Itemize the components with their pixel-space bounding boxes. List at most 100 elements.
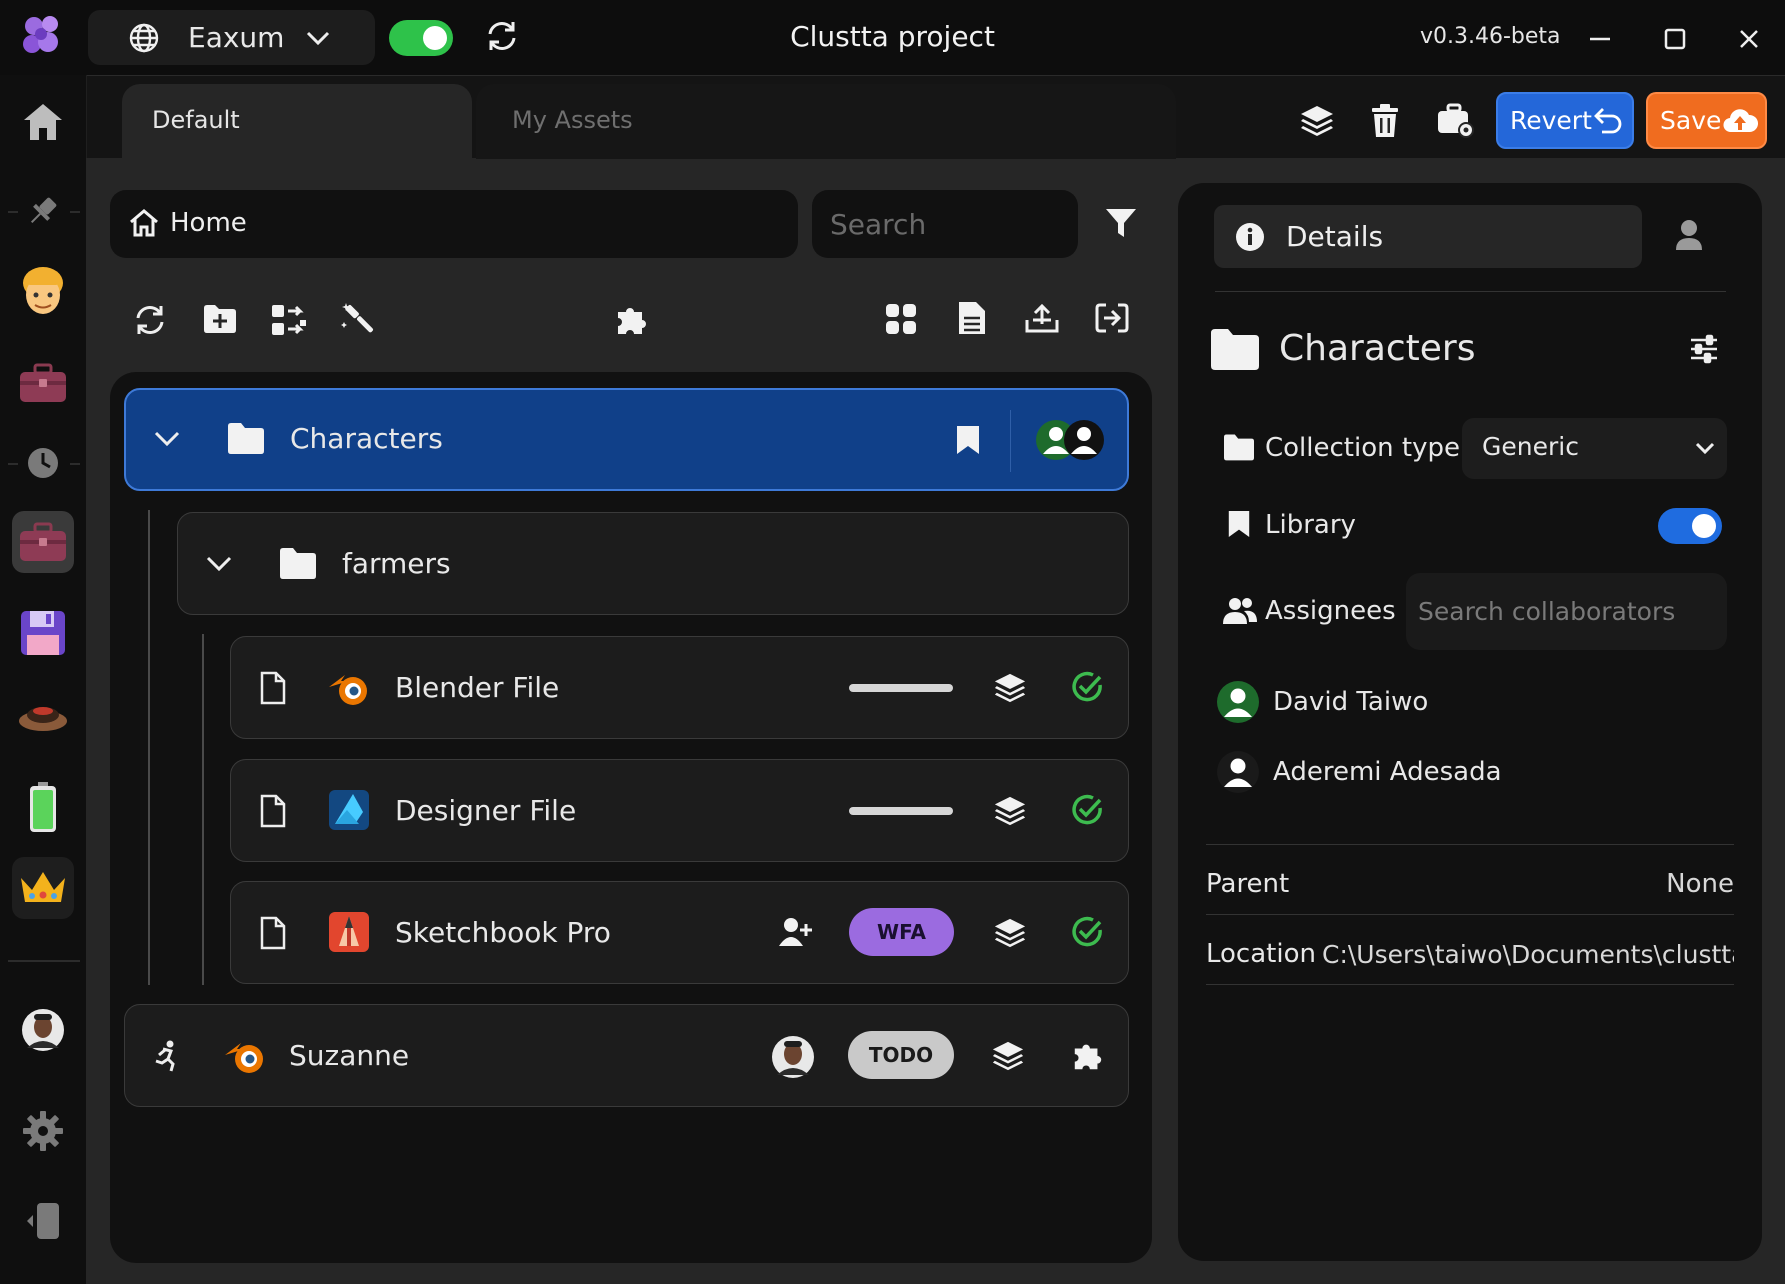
battery-icon[interactable] [13, 777, 73, 837]
collapse-sidebar-icon[interactable] [13, 1191, 73, 1251]
tree-line [202, 634, 204, 985]
breadcrumb[interactable]: Home [110, 190, 798, 258]
layers-icon[interactable] [991, 1039, 1025, 1073]
close-icon[interactable] [1734, 24, 1764, 54]
asset-row-suzanne[interactable]: Suzanne TODO [124, 1004, 1129, 1107]
divider [1206, 844, 1734, 845]
tree-line [148, 510, 150, 985]
blender-app-icon [327, 667, 371, 707]
chevron-down-icon[interactable] [152, 426, 182, 452]
cloud-upload-icon [1722, 104, 1758, 138]
library-toggle[interactable] [1658, 508, 1722, 544]
file-name: Designer File [395, 794, 577, 827]
globe-icon [128, 22, 160, 54]
user-avatar-emoji-icon[interactable] [13, 261, 73, 321]
parent-value: None [1666, 869, 1734, 899]
checkout-icon[interactable] [1094, 300, 1130, 336]
collection-row-farmers[interactable]: farmers [177, 512, 1129, 615]
workspace-selector[interactable]: Eaxum [88, 10, 375, 65]
dependency-icon[interactable] [270, 302, 308, 338]
collection-type-value: Generic [1482, 432, 1579, 461]
chevron-down-icon [1694, 438, 1716, 458]
folder-icon [1222, 432, 1256, 462]
tab-my-assets[interactable]: My Assets [476, 84, 1176, 159]
details-tab[interactable]: Details [1214, 205, 1642, 268]
assignees-label: Assignees [1265, 596, 1396, 626]
collection-type-select[interactable]: Generic [1462, 418, 1727, 479]
cake-icon[interactable] [13, 685, 73, 745]
pin-icon[interactable] [13, 181, 73, 241]
magic-wand-icon[interactable] [340, 300, 378, 338]
tab-default[interactable]: Default [122, 84, 472, 159]
trash-icon[interactable] [1364, 100, 1406, 142]
divider [1206, 984, 1734, 985]
row-divider [1010, 410, 1011, 472]
blender-app-icon [223, 1035, 267, 1075]
puzzle-icon[interactable] [1071, 1039, 1105, 1073]
collaborator-search[interactable] [1406, 573, 1727, 650]
assignee-avatars[interactable] [1034, 418, 1106, 462]
left-rail [0, 75, 87, 1284]
check-status-icon [1071, 916, 1103, 948]
check-status-icon [1071, 794, 1103, 826]
filter-icon[interactable] [1104, 206, 1138, 240]
info-icon [1234, 221, 1266, 253]
crown-icon[interactable] [12, 857, 74, 919]
status-badge-todo[interactable]: TODO [848, 1031, 954, 1079]
grid-view-icon[interactable] [884, 302, 918, 336]
status-badge-wfa[interactable]: WFA [849, 908, 954, 956]
upload-tray-icon[interactable] [1024, 302, 1060, 336]
save-button[interactable]: Save [1646, 92, 1767, 149]
home-icon[interactable] [13, 92, 73, 152]
search-box[interactable] [812, 190, 1078, 258]
progress-bar [849, 807, 953, 815]
folder-name: farmers [342, 547, 451, 580]
revert-button[interactable]: Revert [1496, 92, 1634, 149]
assignee-name: David Taiwo [1273, 687, 1429, 717]
collection-row-characters[interactable]: Characters [124, 388, 1129, 491]
maximize-icon[interactable] [1660, 24, 1690, 54]
file-row-blender[interactable]: Blender File [230, 636, 1129, 739]
collaborator-search-input[interactable] [1406, 573, 1727, 650]
bookmark-icon[interactable] [954, 424, 982, 456]
assignee-avatar-dark [1216, 750, 1260, 794]
layers-icon[interactable] [993, 671, 1027, 705]
new-folder-icon[interactable] [202, 302, 238, 336]
user-icon[interactable] [1674, 218, 1704, 252]
file-icon [259, 671, 287, 705]
folder-icon [1209, 326, 1261, 372]
file-row-designer[interactable]: Designer File [230, 759, 1129, 862]
briefcase-settings-icon[interactable] [1434, 100, 1478, 142]
bookmark-icon [1226, 508, 1252, 540]
profile-avatar[interactable] [13, 1000, 73, 1060]
sync-icon[interactable] [484, 18, 520, 54]
briefcase-icon[interactable] [13, 353, 73, 413]
assign-user-icon[interactable] [779, 916, 813, 948]
version-label: v0.3.46-beta [1420, 24, 1561, 49]
clock-icon[interactable] [13, 433, 73, 493]
floppy-disk-icon[interactable] [13, 603, 73, 663]
layers-icon[interactable] [1296, 100, 1338, 142]
puzzle-icon[interactable] [614, 302, 650, 338]
chevron-down-icon[interactable] [204, 551, 234, 577]
home-icon [128, 208, 160, 238]
undo-icon [1590, 104, 1624, 138]
details-header: Details [1286, 220, 1384, 253]
sketchbook-app-icon [329, 912, 369, 952]
minimize-icon[interactable] [1585, 24, 1615, 54]
running-figure-icon [151, 1039, 181, 1073]
layers-icon[interactable] [993, 794, 1027, 828]
refresh-icon[interactable] [132, 302, 168, 338]
workspace-name: Eaxum [188, 21, 285, 54]
location-value[interactable]: C:\Users\taiwo\Documents\clustta\fo [1322, 940, 1734, 969]
file-row-sketchbook[interactable]: Sketchbook Pro WFA [230, 881, 1129, 984]
sliders-icon[interactable] [1689, 334, 1719, 364]
settings-gear-icon[interactable] [13, 1101, 73, 1161]
assignee-avatar[interactable] [771, 1035, 815, 1079]
folder-icon [226, 420, 266, 456]
briefcase-active-icon[interactable] [12, 511, 74, 573]
search-input[interactable] [812, 190, 1078, 258]
layers-icon[interactable] [993, 916, 1027, 950]
online-toggle[interactable] [389, 20, 453, 56]
document-icon[interactable] [956, 300, 988, 336]
